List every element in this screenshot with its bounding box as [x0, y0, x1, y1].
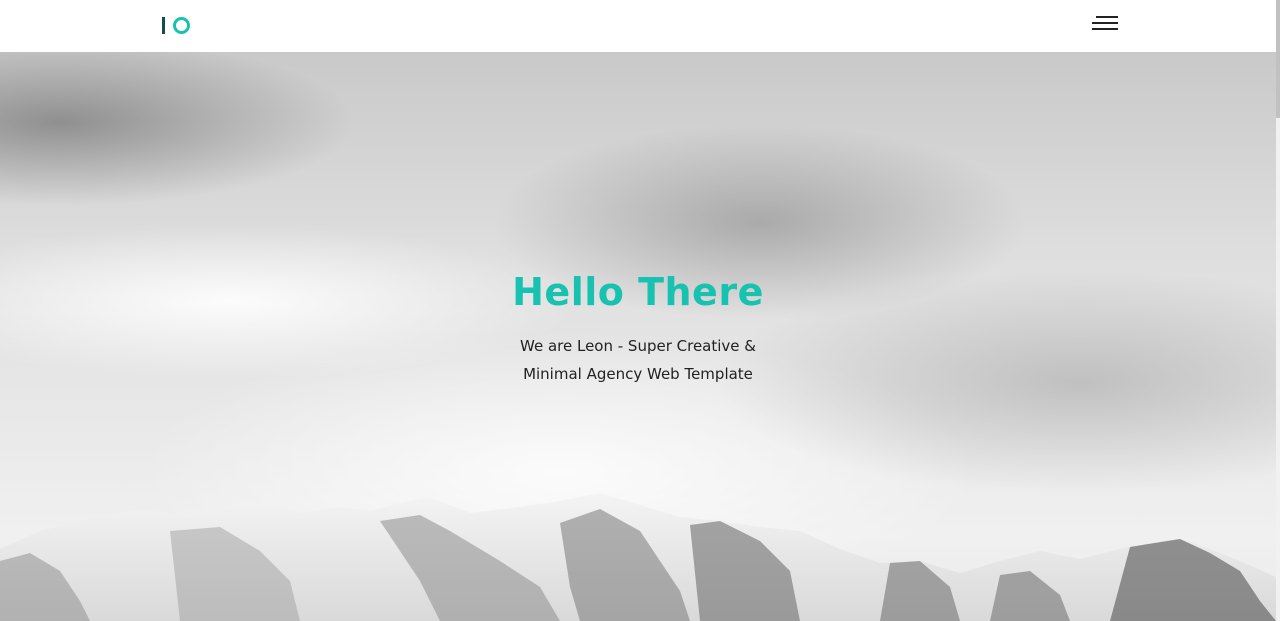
menu-line [1092, 22, 1118, 24]
hamburger-menu-icon[interactable] [1088, 12, 1122, 36]
page-scrollbar[interactable] [1276, 0, 1280, 621]
page: Hello There We are Leon - Super Creative… [0, 0, 1280, 621]
menu-line [1092, 28, 1118, 30]
mountains-image [0, 493, 1276, 621]
hero-section: Hello There We are Leon - Super Creative… [0, 52, 1276, 621]
hero-subtitle: We are Leon - Super Creative & Minimal A… [478, 332, 798, 388]
hero-subtitle-line-2: Minimal Agency Web Template [523, 365, 753, 383]
hero-text: Hello There We are Leon - Super Creative… [0, 270, 1276, 388]
menu-line [1096, 16, 1118, 18]
logo-ring-mark [173, 17, 190, 34]
site-header [0, 0, 1280, 52]
hero-title: Hello There [512, 270, 764, 314]
hero-subtitle-line-1: We are Leon - Super Creative & [520, 337, 756, 355]
logo-bar-mark [162, 17, 165, 34]
logo[interactable] [160, 16, 192, 36]
scrollbar-thumb[interactable] [1276, 0, 1280, 118]
